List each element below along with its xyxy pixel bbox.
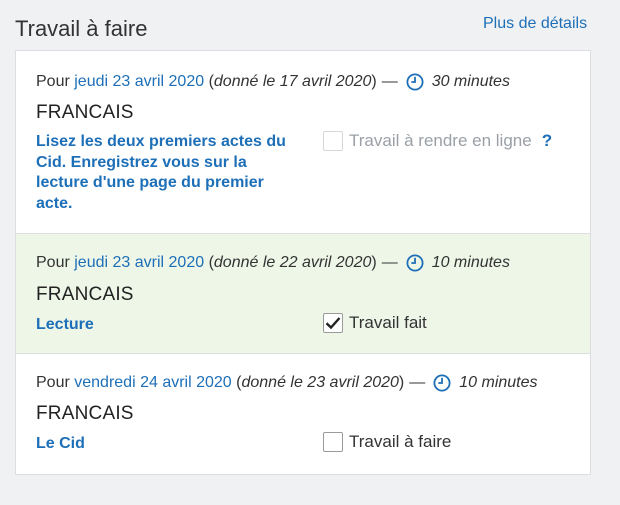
due-date-link[interactable]: jeudi 23 avril 2020 — [74, 73, 204, 91]
homework-list: Pour jeudi 23 avril 2020 (donné le 17 av… — [15, 50, 591, 475]
checkbox-box — [323, 131, 343, 151]
done-checkbox[interactable]: Travail fait — [323, 313, 427, 333]
homework-item: Pour vendredi 24 avril 2020 (donné le 23… — [16, 354, 590, 474]
given-date: donné le 22 avril 2020 — [213, 254, 372, 271]
due-date-link[interactable]: vendredi 24 avril 2020 — [74, 374, 231, 392]
due-prefix: Pour — [36, 73, 70, 90]
panel-title: Travail à faire — [15, 16, 148, 41]
checkbox-label: Travail à faire — [349, 432, 452, 451]
clock-icon — [406, 254, 424, 272]
homework-item: Pour jeudi 23 avril 2020 (donné le 17 av… — [16, 51, 590, 233]
details-link[interactable]: Plus de détails — [483, 15, 587, 33]
checkbox-label: Travail fait — [349, 313, 427, 332]
homework-description[interactable]: Lecture — [36, 315, 286, 336]
due-prefix: Pour — [36, 254, 70, 271]
due-prefix: Pour — [36, 374, 70, 391]
homework-meta: Pour jeudi 23 avril 2020 (donné le 22 av… — [36, 254, 510, 272]
checkbox-box[interactable] — [323, 313, 343, 333]
duration: 10 minutes — [459, 374, 538, 391]
homework-meta: Pour jeudi 23 avril 2020 (donné le 17 av… — [36, 73, 510, 91]
given-date: donné le 17 avril 2020 — [213, 73, 372, 90]
clock-icon — [406, 73, 424, 91]
subject: FRANCAIS — [36, 403, 134, 424]
duration: 30 minutes — [431, 73, 510, 90]
clock-icon — [433, 374, 451, 392]
subject: FRANCAIS — [36, 284, 134, 305]
online-submission-checkbox: Travail à rendre en ligne ? — [323, 131, 552, 151]
checkbox-box[interactable] — [323, 432, 343, 452]
subject: FRANCAIS — [36, 102, 134, 123]
separator: — — [381, 254, 398, 271]
homework-description[interactable]: Lisez les deux premiers actes du Cid. En… — [36, 132, 286, 214]
separator: — — [409, 374, 426, 391]
duration: 10 minutes — [431, 254, 510, 271]
given-date: donné le 23 avril 2020 — [241, 374, 399, 391]
homework-meta: Pour vendredi 24 avril 2020 (donné le 23… — [36, 374, 538, 392]
due-date-link[interactable]: jeudi 23 avril 2020 — [74, 254, 204, 272]
help-icon[interactable]: ? — [542, 131, 552, 151]
homework-description[interactable]: Le Cid — [36, 434, 286, 455]
todo-checkbox[interactable]: Travail à faire — [323, 432, 451, 452]
checkbox-label: Travail à rendre en ligne — [349, 131, 532, 150]
homework-item-done: Pour jeudi 23 avril 2020 (donné le 22 av… — [16, 233, 590, 354]
check-icon — [325, 317, 341, 330]
separator: — — [381, 73, 398, 90]
